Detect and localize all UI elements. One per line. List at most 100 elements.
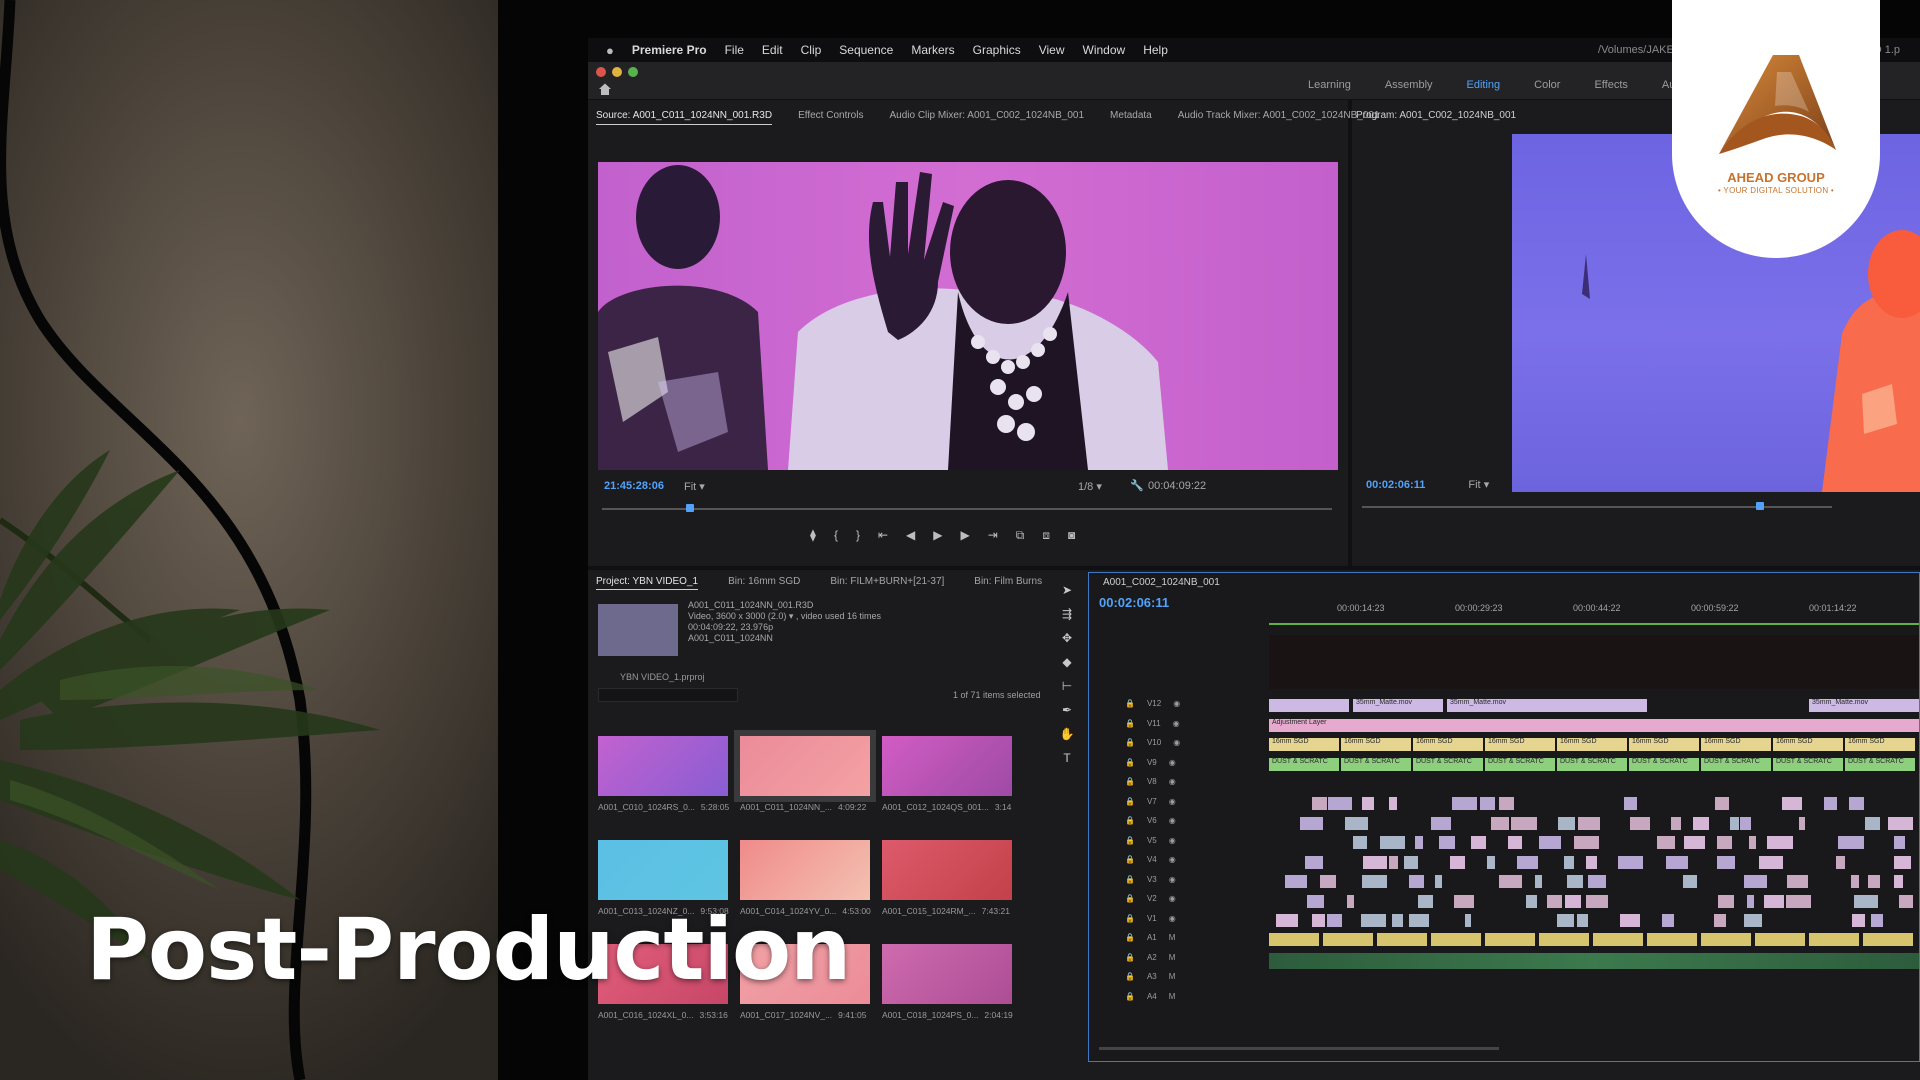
timeline-clip[interactable]: [1361, 797, 1374, 810]
play-icon[interactable]: ▶: [933, 528, 942, 543]
ripple-edit-icon[interactable]: ✥: [1062, 631, 1072, 645]
track-header[interactable]: 🔒 V11 ◉: [1125, 719, 1180, 728]
timeline-clip[interactable]: [1588, 875, 1607, 888]
project-thumbnail[interactable]: [598, 736, 728, 796]
eye-icon[interactable]: ◉: [1169, 836, 1176, 845]
track-header[interactable]: 🔒 V8 ◉: [1125, 777, 1176, 786]
timeline-clip[interactable]: 16mm SGD: [1773, 738, 1843, 751]
timeline-clip[interactable]: [1717, 836, 1732, 849]
track-header[interactable]: 🔒 V9 ◉: [1125, 758, 1176, 767]
timeline-clip[interactable]: 16mm SGD: [1341, 738, 1411, 751]
timeline-ruler[interactable]: 00:00:14:23 00:00:29:23 00:00:44:22 00:0…: [1269, 595, 1919, 623]
timeline-clip[interactable]: [1682, 875, 1698, 888]
project-thumbnail[interactable]: [882, 840, 1012, 900]
lock-icon[interactable]: 🔒: [1125, 836, 1135, 845]
timeline-clip[interactable]: [1578, 816, 1601, 830]
lock-icon[interactable]: 🔒: [1125, 816, 1135, 825]
timeline-clip[interactable]: [1749, 836, 1757, 849]
panel-divider-horizontal[interactable]: [588, 566, 1920, 570]
timeline-clip[interactable]: [1538, 836, 1561, 849]
timeline-clip[interactable]: [1305, 855, 1324, 869]
lock-icon[interactable]: 🔒: [1125, 699, 1135, 708]
track-header[interactable]: 🔒 A1 M: [1125, 933, 1175, 942]
wrench-icon[interactable]: 🔧: [1130, 479, 1144, 492]
timeline-clip[interactable]: [1499, 875, 1522, 888]
timeline-clip[interactable]: [1563, 855, 1575, 869]
timeline-clip[interactable]: [1764, 894, 1785, 908]
timeline-clip[interactable]: [1311, 797, 1327, 810]
timeline-clip[interactable]: [1380, 836, 1405, 849]
timeline-clip[interactable]: [1431, 933, 1481, 946]
timeline-clip[interactable]: [1851, 914, 1865, 927]
timeline-clip[interactable]: DUST & SCRATC: [1269, 758, 1339, 771]
panel-divider-vertical[interactable]: [1348, 100, 1352, 570]
timeline-clip[interactable]: [1510, 816, 1537, 830]
lock-icon[interactable]: 🔒: [1125, 855, 1135, 864]
tab-audio-track-mixer[interactable]: Audio Track Mixer: A001_C002_1024NB_001: [1178, 110, 1380, 125]
workspace-assembly[interactable]: Assembly: [1385, 79, 1433, 91]
eye-icon[interactable]: ◉: [1173, 719, 1180, 728]
mark-out-icon[interactable]: }: [856, 528, 860, 543]
mute-icon[interactable]: M: [1169, 992, 1176, 1001]
timeline-clip[interactable]: [1851, 875, 1859, 888]
timeline-clip[interactable]: [1798, 816, 1805, 830]
eye-icon[interactable]: ◉: [1169, 914, 1176, 923]
timeline-clip[interactable]: [1662, 914, 1675, 927]
track-header[interactable]: 🔒 V4 ◉: [1125, 855, 1176, 864]
timeline-clip[interactable]: [1326, 914, 1342, 927]
go-to-in-icon[interactable]: ⇤: [878, 528, 888, 543]
timeline-clip[interactable]: [1360, 914, 1387, 927]
track-header[interactable]: 🔒 V10 ◉: [1125, 738, 1180, 747]
timeline-clip[interactable]: [1894, 855, 1912, 869]
timeline-clip[interactable]: [1717, 855, 1736, 869]
source-playhead[interactable]: [686, 504, 694, 512]
track-header[interactable]: 🔒 A3 M: [1125, 972, 1175, 981]
timeline-clip[interactable]: [1414, 836, 1424, 849]
timeline-clip[interactable]: [1744, 875, 1767, 888]
timeline-clip[interactable]: [1624, 797, 1638, 810]
source-fit-select[interactable]: Fit ▾: [684, 480, 705, 493]
timeline-clip[interactable]: [1758, 855, 1783, 869]
timeline-clip[interactable]: [1389, 797, 1397, 810]
timeline-clip[interactable]: [1586, 855, 1597, 869]
timeline-clip[interactable]: DUST & SCRATC: [1773, 758, 1843, 771]
workspace-color[interactable]: Color: [1534, 79, 1560, 91]
timeline-clip[interactable]: 16mm SGD: [1629, 738, 1699, 751]
camera-icon[interactable]: ◙: [1068, 528, 1075, 543]
tab-project[interactable]: Project: YBN VIDEO_1: [596, 576, 699, 590]
timeline-clip[interactable]: [1713, 914, 1727, 927]
source-resolution-select[interactable]: 1/8 ▾: [1078, 480, 1102, 493]
timeline-clip[interactable]: [1362, 855, 1387, 869]
timeline-clip[interactable]: [1450, 855, 1466, 869]
timeline-clip[interactable]: [1408, 914, 1430, 927]
lock-icon[interactable]: 🔒: [1125, 914, 1135, 923]
eye-icon[interactable]: ◉: [1169, 758, 1176, 767]
timeline-clip[interactable]: DUST & SCRATC: [1413, 758, 1483, 771]
tab-audio-clip-mixer[interactable]: Audio Clip Mixer: A001_C002_1024NB_001: [889, 110, 1084, 125]
lock-icon[interactable]: 🔒: [1125, 875, 1135, 884]
timeline-clip[interactable]: 16mm SGD: [1413, 738, 1483, 751]
menu-window[interactable]: Window: [1083, 43, 1126, 57]
lock-icon[interactable]: 🔒: [1125, 972, 1135, 981]
timeline-clip[interactable]: [1701, 933, 1751, 946]
timeline-clip[interactable]: [1471, 836, 1487, 849]
timeline-clip[interactable]: [1362, 875, 1387, 888]
track-header[interactable]: 🔒 V1 ◉: [1125, 914, 1176, 923]
mark-in-icon[interactable]: {: [834, 528, 838, 543]
timeline-clip[interactable]: DUST & SCRATC: [1557, 758, 1627, 771]
track-header[interactable]: 🔒 A4 M: [1125, 992, 1175, 1001]
lock-icon[interactable]: 🔒: [1125, 738, 1135, 747]
timeline-clip[interactable]: [1665, 855, 1688, 869]
timeline-clip[interactable]: [1434, 875, 1443, 888]
track-header[interactable]: 🔒 A2 M: [1125, 953, 1175, 962]
timeline-clip[interactable]: [1431, 816, 1451, 830]
timeline-clip[interactable]: [1485, 933, 1535, 946]
source-video-frame[interactable]: [598, 162, 1338, 470]
source-scrubber[interactable]: [602, 508, 1332, 510]
slip-tool-icon[interactable]: ⊢: [1062, 679, 1072, 693]
timeline-clip[interactable]: [1586, 894, 1608, 908]
timeline-clip[interactable]: [1787, 875, 1809, 888]
go-to-out-icon[interactable]: ⇥: [988, 528, 998, 543]
menu-sequence[interactable]: Sequence: [839, 43, 893, 57]
timeline-clip[interactable]: [1729, 816, 1739, 830]
